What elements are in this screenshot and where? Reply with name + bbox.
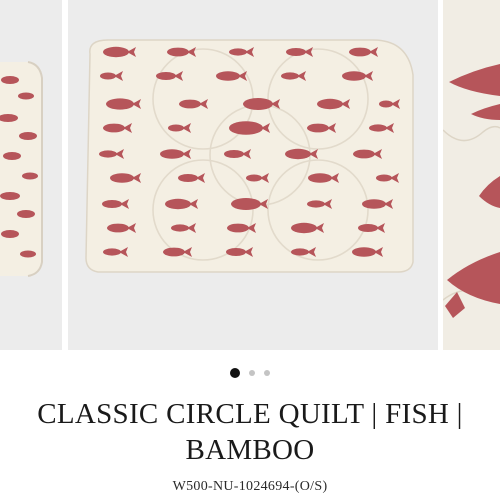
main-product-image[interactable]: [68, 0, 438, 350]
carousel-dot[interactable]: [230, 368, 240, 378]
product-sku: W500-NU-1024694-(O/S): [172, 479, 328, 494]
previous-slide-image[interactable]: [0, 0, 62, 350]
carousel-dot[interactable]: [249, 370, 255, 376]
carousel-pagination: [0, 366, 500, 380]
product-image-gallery[interactable]: [0, 0, 500, 350]
next-slide-image[interactable]: [443, 0, 500, 350]
product-title: CLASSIC CIRCLE QUILT | FISH | BAMBOO: [37, 398, 463, 466]
carousel-dot[interactable]: [264, 370, 270, 376]
